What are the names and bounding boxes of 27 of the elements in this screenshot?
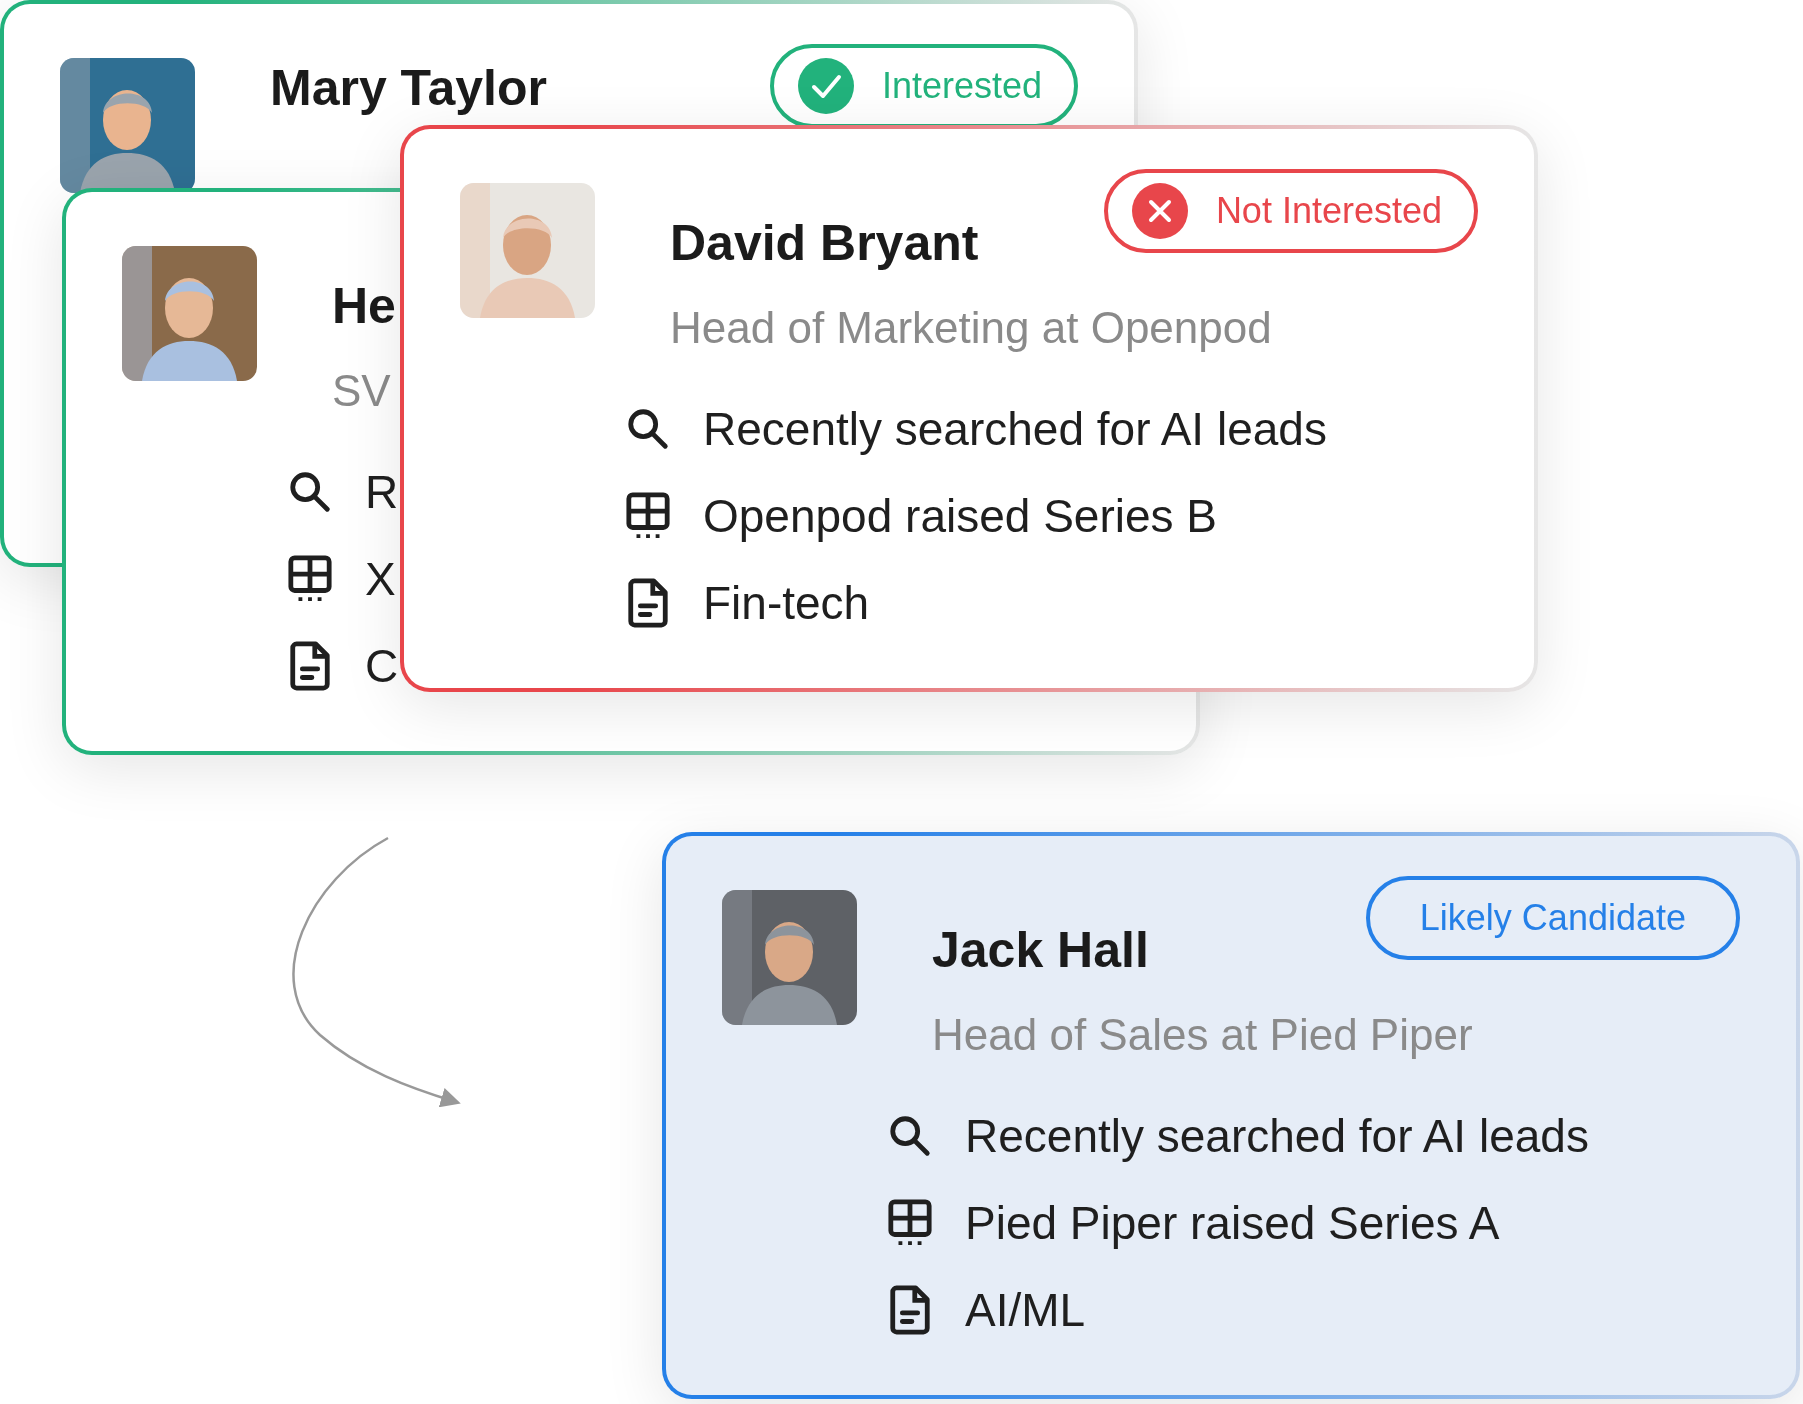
signal-text: Openpod raised Series B: [703, 488, 1217, 543]
person-name: Mary Taylor: [270, 59, 547, 118]
signal-text: Recently searched for AI leads: [965, 1108, 1589, 1163]
table-icon: [287, 553, 333, 604]
signal-text: Fin-tech: [703, 575, 870, 630]
table-icon: [887, 1197, 933, 1248]
person-name: David Bryant: [670, 214, 979, 273]
close-icon: [1131, 183, 1188, 239]
job-title: Head of Sales at Pied Piper: [932, 1009, 1473, 1061]
document-icon: [287, 640, 333, 691]
signal-text: C: [365, 638, 399, 693]
job-title: Head of Marketing at Openpod: [670, 302, 1272, 354]
document-icon: [887, 1284, 933, 1335]
check-icon: [797, 58, 854, 114]
signal-text: Pied Piper raised Series A: [965, 1195, 1500, 1250]
status-badge: Not Interested: [1103, 169, 1478, 253]
signal-text: Recently searched for AI leads: [703, 401, 1327, 456]
signal-text: X: [365, 551, 396, 606]
signal-text: AI/ML: [965, 1282, 1086, 1337]
document-icon: [625, 577, 671, 628]
signal-text: R: [365, 464, 399, 519]
status-badge: Likely Candidate: [1365, 876, 1740, 960]
person-name: Jack Hall: [932, 921, 1149, 980]
job-title: SV: [332, 365, 391, 417]
person-name: He: [332, 277, 396, 336]
table-icon: [625, 490, 671, 541]
status-badge: Interested: [769, 44, 1078, 128]
